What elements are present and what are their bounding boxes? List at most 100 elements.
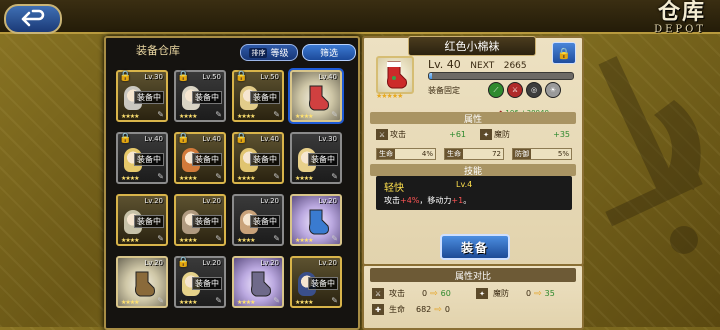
skill-desc-move: ，移动力 (419, 196, 452, 205)
skill-desc-end: 。 (463, 196, 472, 205)
compare-mdef-label: 魔防 (493, 289, 509, 298)
enhance-icon: ✎ (273, 172, 280, 181)
next-label: NEXT (470, 61, 495, 71)
skill-box: 轻快 Lv.4 攻击+4%，移动力+1。 (376, 176, 572, 210)
inventory-slot[interactable]: Lv.20 装备中 ★★★★ ✎ (232, 194, 284, 246)
equipped-badge: 装备中 (192, 91, 222, 104)
item-icon (376, 56, 414, 94)
compare-attack-old: 0 (422, 289, 428, 298)
arrow-right-icon: ⇨ (430, 288, 438, 299)
equipped-badge: 装备中 (134, 91, 164, 104)
equipped-badge: 装备中 (192, 215, 222, 228)
stat-hp-pct: 生命 4% (376, 148, 436, 160)
misc-restrict-icon[interactable]: ☀ (545, 82, 561, 98)
inventory-slot[interactable]: Lv.20 ★★★★ ✎ (116, 256, 168, 308)
enhance-icon: ✎ (157, 296, 164, 305)
inventory-slot[interactable]: Lv.20 装备中 ★★★★ ✎ (290, 256, 342, 308)
inventory-slot[interactable]: Lv.20 🔒 装备中 ★★★★ ✎ (174, 256, 226, 308)
rarity-stars: ★★★★ (295, 175, 313, 182)
equipped-badge: 装备中 (250, 91, 280, 104)
def-pct-value: 5% (557, 150, 569, 158)
equipment-icon (135, 271, 155, 297)
restriction-icons: ⟋ ⚔ ◎ ☀ (488, 82, 561, 98)
skill-desc-attack-val: +4% (400, 196, 420, 205)
enhance-icon: ✎ (331, 234, 338, 243)
lock-icon: 🔒 (119, 71, 132, 82)
inventory-slot[interactable]: Lv.30 装备中 ★★★★ ✎ (290, 132, 342, 184)
enhance-icon: ✎ (331, 110, 338, 119)
attack-icon: ⚔ (376, 129, 388, 140)
inventory-slot[interactable]: Lv.40 🔒 装备中 ★★★★ ✎ (232, 132, 284, 184)
inventory-slot[interactable]: Lv.50 🔒 装备中 ★★★★ ✎ (174, 70, 226, 122)
enhance-icon: ✎ (273, 110, 280, 119)
skill-desc-move-val: +1 (451, 196, 464, 205)
compare-hp-new: 0 (444, 305, 450, 314)
inventory-slot[interactable]: Lv.40 🔒 装备中 ★★★★ ✎ (174, 132, 226, 184)
stat-def-pct: 防御 5% (512, 148, 572, 160)
mdef-label: 魔防 (494, 130, 510, 139)
slot-level: Lv.20 (144, 197, 163, 205)
filter-button[interactable]: 筛选 (302, 44, 356, 61)
lock-icon: 🔒 (177, 71, 190, 82)
inventory-slot[interactable]: Lv.20 ★★★★ ✎ (290, 194, 342, 246)
sort-button[interactable]: 排序 等级 (240, 44, 298, 61)
hp-pct-label: 生命 (377, 149, 395, 159)
back-arrow-icon (21, 9, 45, 27)
slot-level: Lv.40 (260, 135, 279, 143)
inventory-slot[interactable]: Lv.20 装备中 ★★★★ ✎ (174, 194, 226, 246)
slot-level: Lv.20 (202, 259, 221, 267)
item-level: Lv. 40 NEXT 2665 (428, 58, 527, 71)
rarity-stars: ★★★★ (237, 299, 255, 306)
equipped-badge: 装备中 (134, 153, 164, 166)
element-restrict-icon[interactable]: ◎ (526, 82, 542, 98)
slot-level: Lv.40 (202, 135, 221, 143)
inventory-slot[interactable]: Lv.20 ★★★★ ✎ (232, 256, 284, 308)
skill-desc-attack: 攻击 (384, 196, 400, 205)
equipped-badge: 装备中 (308, 277, 338, 290)
slot-level: Lv.20 (318, 259, 337, 267)
enhance-icon: ✎ (157, 234, 164, 243)
inventory-slot[interactable]: Lv.20 装备中 ★★★★ ✎ (116, 194, 168, 246)
lock-icon: 🔒 (177, 257, 190, 268)
top-bar: 仓库 DEPOT (0, 0, 720, 36)
inventory-slot[interactable]: Lv.30 🔒 装备中 ★★★★ ✎ (116, 70, 168, 122)
slot-level: Lv.20 (144, 259, 163, 267)
enhance-icon: ✎ (331, 172, 338, 181)
equipped-badge: 装备中 (308, 153, 338, 166)
equip-button[interactable]: 装备 (440, 234, 510, 260)
attack-value: +61 (449, 130, 466, 139)
hp-icon: ✚ (372, 304, 384, 315)
weapon-restrict-icon[interactable]: ⚔ (507, 82, 523, 98)
hp-label: 生命 (445, 149, 463, 159)
compare-mdef-old: 0 (526, 289, 532, 298)
enhance-icon: ✎ (215, 296, 222, 305)
attributes-header: 属性 (370, 112, 576, 125)
class-restrict-icon[interactable]: ⟋ (488, 82, 504, 98)
arrow-right-icon: ⇨ (434, 304, 442, 315)
hp-value: 72 (492, 150, 501, 158)
page-title-en: DEPOT (654, 24, 706, 35)
rarity-stars: ★★★★ (121, 299, 139, 306)
enhance-icon: ✎ (331, 296, 338, 305)
exp-bar-fill (429, 73, 432, 79)
attack-icon: ⚔ (372, 288, 384, 299)
inventory-slot[interactable]: Lv.50 🔒 装备中 ★★★★ ✎ (232, 70, 284, 122)
inventory-slot[interactable]: Lv.40 🔒 装备中 ★★★★ ✎ (116, 132, 168, 184)
rarity-stars: ★★★★ (237, 237, 255, 244)
enhance-icon: ✎ (157, 110, 164, 119)
mdef-icon: ✦ (480, 129, 492, 140)
attack-label: 攻击 (390, 130, 406, 139)
enhance-icon: ✎ (215, 172, 222, 181)
sort-label: 等级 (270, 49, 289, 59)
inventory-slot[interactable]: Lv.40 ★★★★ ✎ (290, 70, 342, 122)
compare-header: 属性对比 (370, 268, 576, 282)
back-button[interactable] (4, 4, 62, 34)
next-value: 2665 (503, 61, 527, 71)
item-rarity-stars: ★★★★★ (376, 92, 403, 100)
page-title: 仓库 DEPOT (654, 2, 706, 36)
rarity-stars: ★★★★ (179, 237, 197, 244)
def-label: 防御 (513, 149, 531, 159)
compare-hp: ✚ 生命 682 ⇨ 0 (372, 304, 450, 315)
rarity-stars: ★★★★ (179, 175, 197, 182)
lock-toggle-button[interactable]: 🔒 (552, 42, 576, 64)
